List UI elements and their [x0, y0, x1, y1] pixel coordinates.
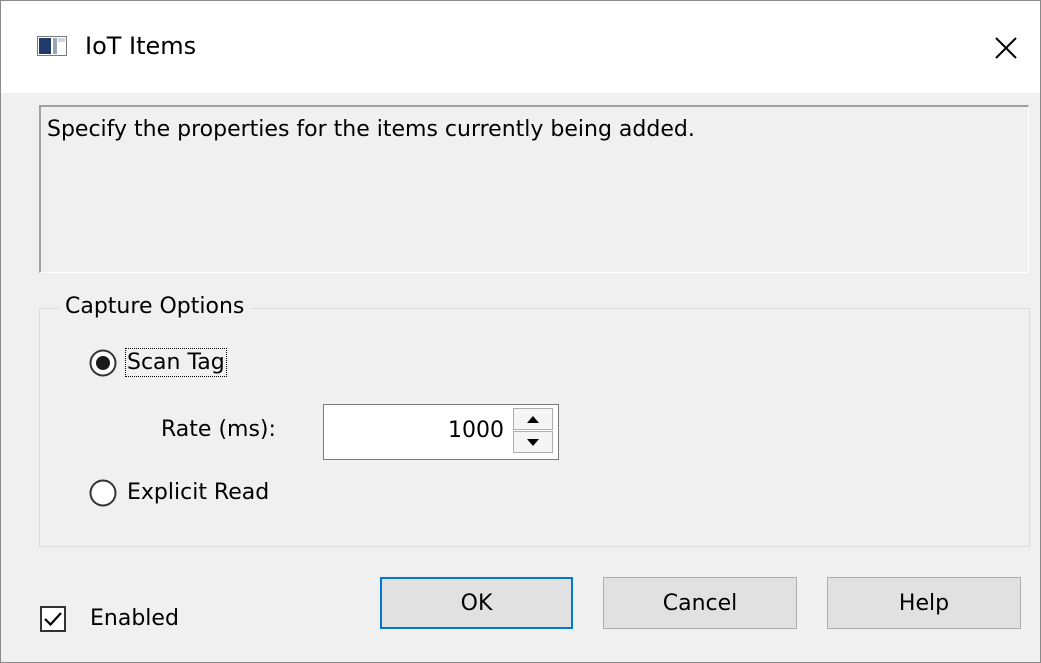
- rate-spin-up-button[interactable]: [513, 408, 553, 430]
- close-icon: [995, 37, 1017, 59]
- cancel-button-label: Cancel: [662, 590, 738, 616]
- chevron-up-icon: [527, 415, 539, 423]
- help-button[interactable]: Help: [827, 577, 1021, 629]
- scan-tag-label-text: Scan Tag: [125, 348, 227, 377]
- window-app-icon: [37, 36, 67, 56]
- chevron-down-icon: [527, 438, 539, 446]
- iot-items-dialog: IoT Items Specify the properties for the…: [0, 0, 1041, 663]
- rate-label: Rate (ms):: [161, 417, 276, 442]
- capture-options-legend: Capture Options: [59, 291, 251, 323]
- enabled-label[interactable]: Enabled: [90, 604, 179, 634]
- rate-spin-down-button[interactable]: [513, 431, 553, 453]
- title-bar[interactable]: IoT Items: [1, 1, 1040, 93]
- help-button-label: Help: [898, 590, 950, 616]
- dialog-title: IoT Items: [85, 32, 197, 60]
- explicit-read-radio[interactable]: [89, 479, 117, 507]
- description-box: Specify the properties for the items cur…: [39, 105, 1029, 273]
- explicit-read-label[interactable]: Explicit Read: [127, 478, 269, 508]
- enabled-checkbox[interactable]: [40, 606, 66, 632]
- rate-value: 1000: [448, 418, 504, 443]
- scan-tag-radio[interactable]: [89, 349, 117, 377]
- description-text: Specify the properties for the items cur…: [47, 117, 695, 142]
- cancel-button[interactable]: Cancel: [603, 577, 797, 629]
- enabled-label-text: Enabled: [90, 606, 179, 631]
- close-button[interactable]: [986, 29, 1026, 67]
- ok-button-label: OK: [460, 590, 493, 616]
- checkmark-icon: [44, 612, 62, 627]
- scan-tag-label[interactable]: Scan Tag: [125, 348, 227, 378]
- ok-button[interactable]: OK: [380, 577, 573, 629]
